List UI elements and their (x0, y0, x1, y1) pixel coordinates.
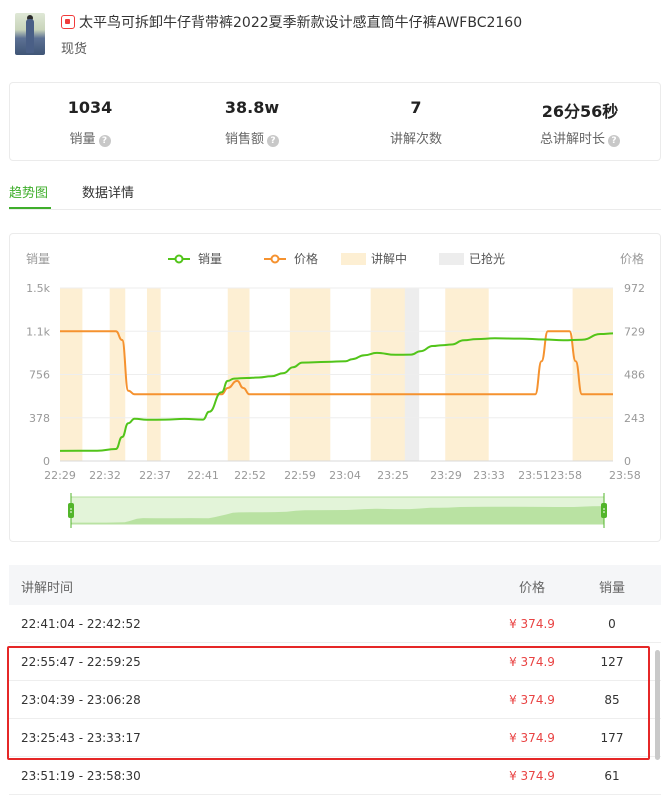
x-tick-label: 22:29 (44, 469, 76, 482)
row-price: ¥ 374.9 (509, 693, 555, 707)
stat-explain-duration-label: 总讲解时长 (539, 132, 605, 147)
y-left-tick-label: 378 (29, 412, 50, 425)
stat-explain-count-label: 讲解次数 (389, 132, 442, 147)
x-tick-label: 23:58 (550, 469, 582, 482)
legend-swatch-area (439, 253, 464, 265)
row-sales: 85 (604, 693, 620, 707)
stat-sales-label-wrap: 销量? (10, 128, 170, 147)
grid-lines (60, 287, 613, 462)
row-sales: 127 (600, 655, 624, 669)
table-row: 22:41:04 - 22:42:52 ¥ 374.9 0 (9, 605, 661, 643)
table-row: 23:51:19 - 23:58:30 ¥ 374.9 61 (9, 757, 661, 795)
row-sales: 177 (600, 731, 624, 745)
y-right-tick-label: 972 (624, 282, 645, 295)
y-left-tick-label: 1.1k (26, 325, 50, 338)
legend-label: 已抢光 (469, 251, 505, 266)
stat-sales-value: 1034 (67, 98, 113, 117)
stat-revenue-label: 销售额 (224, 132, 264, 147)
sales-series-line (59, 332, 614, 452)
legend-label: 价格 (294, 251, 318, 266)
x-tick-label: 22:59 (284, 469, 316, 482)
help-icon[interactable]: ? (98, 135, 111, 147)
x-tick-label: 23:51 (518, 469, 550, 482)
slider-handle (601, 503, 607, 518)
x-tick-label: 23:04 (329, 469, 361, 482)
legend-label: 销量 (198, 252, 222, 266)
slider-handle (68, 503, 74, 518)
row-time: 23:04:39 - 23:06:28 (21, 693, 141, 707)
thumbnail-figure-body (26, 19, 34, 53)
stat-explain-duration-value: 26分56秒 (541, 102, 619, 121)
tab-bar: 趋势图 数据详情 (9, 178, 661, 210)
y-right-tick-label: 729 (624, 325, 645, 338)
row-time: 23:25:43 - 23:33:17 (21, 731, 141, 745)
legend-swatch-area (341, 253, 366, 265)
table-scrollbar[interactable] (655, 650, 660, 760)
explain-table: 讲解时间 价格 销量 22:41:04 - 22:42:52 ¥ 374.9 0… (9, 565, 661, 795)
x-tick-label: 22:52 (234, 469, 266, 482)
row-price: ¥ 374.9 (509, 731, 555, 745)
y-right-axis-title: 价格 (620, 251, 644, 266)
y-left-axis-title: 销量 (26, 252, 50, 266)
x-tick-label: 23:29 (430, 469, 462, 482)
row-time: 23:51:19 - 23:58:30 (21, 769, 141, 783)
header-price: 价格 (518, 581, 545, 596)
row-time: 22:55:47 - 22:59:25 (21, 655, 141, 669)
stat-revenue-value: 38.8w (224, 98, 280, 117)
zoom-slider[interactable] (68, 493, 607, 528)
stat-explain-count-label-wrap: 讲解次数 (336, 128, 496, 147)
x-tick-label: 22:32 (89, 469, 121, 482)
y-right-tick-label: 0 (624, 455, 631, 468)
row-price: ¥ 374.9 (509, 655, 555, 669)
x-tick-label: 23:58 (609, 469, 641, 482)
row-time: 22:41:04 - 22:42:52 (21, 617, 141, 631)
product-header: 太平鸟可拆卸牛仔背带裤2022夏季新款设计感直筒牛仔裤AWFBC2160 现货 (15, 10, 655, 60)
legend-label: 讲解中 (371, 251, 407, 266)
stat-explain-count-value: 7 (410, 98, 422, 117)
help-icon[interactable]: ? (267, 135, 279, 147)
stat-explain-duration-label-wrap: 总讲解时长? (500, 128, 660, 147)
product-title[interactable]: 太平鸟可拆卸牛仔背带裤2022夏季新款设计感直筒牛仔裤AWFBC2160 (79, 12, 522, 32)
legend-swatch-dot (174, 254, 184, 264)
x-tick-label: 23:33 (473, 469, 505, 482)
trend-chart-panel: 0 0 378 243 756 486 1.1k 729 1.5k 972 销量 价格 22:29 22:… (9, 233, 661, 542)
row-sales: 61 (604, 769, 620, 783)
tab-data-details[interactable]: 数据详情 (82, 182, 134, 201)
row-price: ¥ 374.9 (509, 617, 555, 631)
table-row: 22:55:47 - 22:59:25 ¥ 374.9 127 (9, 643, 661, 681)
y-left-tick-label: 1.5k (26, 282, 50, 295)
x-tick-label: 22:37 (139, 469, 171, 482)
x-tick-label: 22:41 (187, 469, 219, 482)
tab-trend[interactable]: 趋势图 (9, 182, 48, 201)
table-row: 23:25:43 - 23:33:17 ¥ 374.9 177 (9, 719, 661, 757)
page: 太平鸟可拆卸牛仔背带裤2022夏季新款设计感直筒牛仔裤AWFBC2160 现货 … (0, 0, 661, 806)
help-icon[interactable]: ? (608, 135, 620, 147)
product-status: 现货 (61, 42, 88, 57)
active-tab-indicator (9, 207, 51, 209)
product-thumbnail[interactable] (15, 13, 45, 55)
header-time: 讲解时间 (21, 581, 74, 596)
y-right-tick-label: 486 (624, 369, 645, 382)
price-series-line (59, 330, 613, 396)
y-left-tick-label: 756 (29, 369, 50, 382)
stats-panel: 1034 销量? 38.8w 销售额? 7 讲解次数 26分56秒 总讲解时长? (9, 82, 661, 161)
row-sales: 0 (608, 617, 616, 631)
y-left-tick-label: 0 (43, 455, 50, 468)
y-right-tick-label: 243 (624, 412, 645, 425)
shop-icon (61, 15, 75, 29)
x-tick-label: 23:25 (377, 469, 409, 482)
header-sales: 销量 (598, 581, 625, 596)
series-lines (59, 330, 614, 452)
stat-revenue-label-wrap: 销售额? (172, 128, 332, 147)
chart-legend: 销量 价格 讲解中 已抢光 (168, 251, 505, 266)
trend-chart[interactable]: 0 0 378 243 756 486 1.1k 729 1.5k 972 销量 价格 22:29 22:… (10, 234, 660, 541)
row-price: ¥ 374.9 (509, 769, 555, 783)
legend-swatch-dot (270, 254, 280, 264)
stat-sales-label: 销量 (69, 132, 96, 147)
table-row: 23:04:39 - 23:06:28 ¥ 374.9 85 (9, 681, 661, 719)
table-header: 讲解时间 价格 销量 (9, 565, 661, 605)
